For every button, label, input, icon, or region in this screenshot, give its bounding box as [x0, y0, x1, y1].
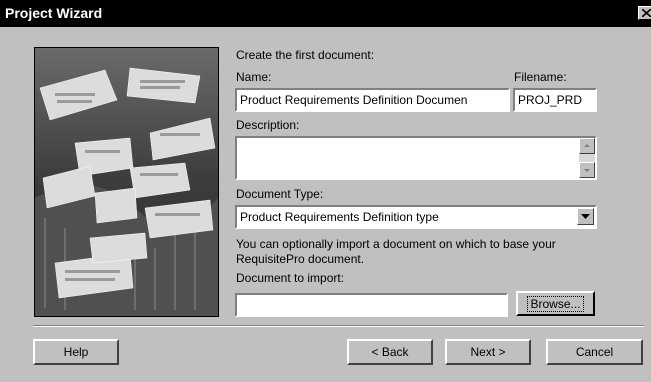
doctype-value: Product Requirements Definition type [240, 210, 439, 224]
name-label: Name: [236, 70, 272, 84]
window-title: Project Wizard [5, 5, 103, 21]
import-input[interactable] [235, 293, 508, 317]
close-button[interactable] [638, 6, 651, 20]
description-label: Description: [236, 118, 300, 132]
doctype-label: Document Type: [236, 187, 324, 201]
next-label: Next > [470, 345, 506, 359]
title-bar[interactable]: Project Wizard [0, 0, 651, 27]
back-label: < Back [371, 345, 409, 359]
browse-label: Browse... [527, 296, 584, 312]
chevron-down-icon [581, 214, 590, 219]
doctype-dropdown-button[interactable] [577, 208, 594, 225]
help-label: Help [63, 345, 89, 359]
project-wizard-window: Project Wizard Create the first document… [0, 0, 651, 382]
description-scrollbar[interactable] [579, 138, 595, 178]
arrow-down-icon [584, 169, 590, 172]
close-icon [642, 9, 651, 17]
back-button[interactable]: < Back [347, 339, 433, 365]
cancel-button[interactable]: Cancel [546, 339, 643, 365]
scroll-up-button[interactable] [579, 138, 595, 154]
description-textarea[interactable] [235, 136, 597, 180]
name-input[interactable]: Product Requirements Definition Documen [235, 88, 510, 112]
scroll-down-button[interactable] [579, 162, 595, 178]
browse-button[interactable]: Browse... [516, 291, 595, 316]
intro-text: Create the first document: [236, 48, 375, 62]
filename-label: Filename: [514, 70, 567, 84]
filename-input[interactable]: PROJ_PRD [513, 88, 597, 112]
name-value: Product Requirements Definition Documen [240, 93, 468, 107]
footer-separator [33, 325, 644, 327]
import-label: Document to import: [236, 271, 345, 285]
next-button[interactable]: Next > [445, 339, 531, 365]
wizard-illustration [34, 47, 219, 317]
help-button[interactable]: Help [33, 339, 119, 365]
import-note-line2: RequisitePro document. [236, 252, 365, 266]
arrow-up-icon [584, 144, 590, 147]
import-note-line1: You can optionally import a document on … [236, 237, 556, 251]
doctype-select[interactable]: Product Requirements Definition type [235, 205, 597, 229]
filename-value: PROJ_PRD [518, 93, 583, 107]
cancel-label: Cancel [575, 345, 614, 359]
